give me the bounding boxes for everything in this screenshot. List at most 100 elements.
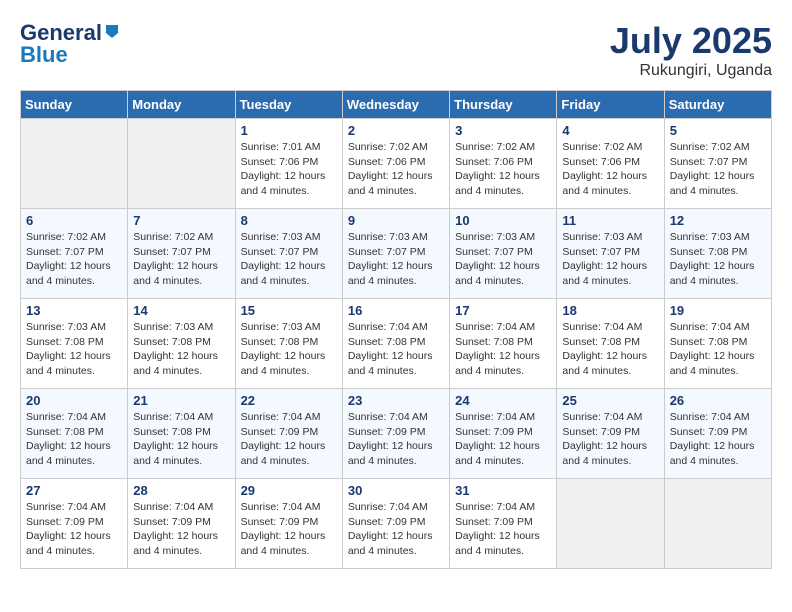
calendar-cell: 20 Sunrise: 7:04 AMSunset: 7:08 PMDayligh…: [21, 389, 128, 479]
day-number: 6: [26, 213, 122, 228]
weekday-header-tuesday: Tuesday: [235, 91, 342, 119]
day-info: Sunrise: 7:03 AMSunset: 7:08 PMDaylight:…: [133, 320, 229, 379]
day-info: Sunrise: 7:03 AMSunset: 7:07 PMDaylight:…: [562, 230, 658, 289]
day-number: 25: [562, 393, 658, 408]
day-info: Sunrise: 7:04 AMSunset: 7:08 PMDaylight:…: [562, 320, 658, 379]
day-number: 2: [348, 123, 444, 138]
calendar-cell: 22 Sunrise: 7:04 AMSunset: 7:09 PMDayligh…: [235, 389, 342, 479]
day-number: 24: [455, 393, 551, 408]
day-number: 28: [133, 483, 229, 498]
day-number: 27: [26, 483, 122, 498]
day-number: 11: [562, 213, 658, 228]
calendar-cell: 25 Sunrise: 7:04 AMSunset: 7:09 PMDayligh…: [557, 389, 664, 479]
calendar-cell: 11 Sunrise: 7:03 AMSunset: 7:07 PMDayligh…: [557, 209, 664, 299]
day-info: Sunrise: 7:02 AMSunset: 7:07 PMDaylight:…: [26, 230, 122, 289]
calendar-cell: 14Sunrise: 7:03 AMSunset: 7:08 PMDayligh…: [128, 299, 235, 389]
day-info: Sunrise: 7:03 AMSunset: 7:07 PMDaylight:…: [455, 230, 551, 289]
calendar-cell: 4 Sunrise: 7:02 AMSunset: 7:06 PMDaylight…: [557, 119, 664, 209]
calendar-cell: [21, 119, 128, 209]
calendar-cell: 15Sunrise: 7:03 AMSunset: 7:08 PMDayligh…: [235, 299, 342, 389]
calendar-cell: 29 Sunrise: 7:04 AMSunset: 7:09 PMDayligh…: [235, 479, 342, 569]
day-number: 22: [241, 393, 337, 408]
logo-blue-text: Blue: [20, 42, 68, 68]
day-info: Sunrise: 7:04 AMSunset: 7:09 PMDaylight:…: [133, 500, 229, 559]
calendar-cell: 8Sunrise: 7:03 AMSunset: 7:07 PMDaylight…: [235, 209, 342, 299]
calendar-cell: 27 Sunrise: 7:04 AMSunset: 7:09 PMDayligh…: [21, 479, 128, 569]
calendar-cell: 21Sunrise: 7:04 AMSunset: 7:08 PMDayligh…: [128, 389, 235, 479]
calendar-table: SundayMondayTuesdayWednesdayThursdayFrid…: [20, 90, 772, 569]
calendar-cell: 2Sunrise: 7:02 AMSunset: 7:06 PMDaylight…: [342, 119, 449, 209]
day-number: 29: [241, 483, 337, 498]
day-number: 12: [670, 213, 766, 228]
calendar-cell: 30Sunrise: 7:04 AMSunset: 7:09 PMDayligh…: [342, 479, 449, 569]
day-number: 1: [241, 123, 337, 138]
day-number: 17: [455, 303, 551, 318]
day-info: Sunrise: 7:04 AMSunset: 7:09 PMDaylight:…: [670, 410, 766, 469]
calendar-header: SundayMondayTuesdayWednesdayThursdayFrid…: [21, 91, 772, 119]
day-number: 3: [455, 123, 551, 138]
logo: General Blue: [20, 20, 120, 68]
weekday-header-thursday: Thursday: [450, 91, 557, 119]
calendar-cell: 6 Sunrise: 7:02 AMSunset: 7:07 PMDaylight…: [21, 209, 128, 299]
day-info: Sunrise: 7:04 AMSunset: 7:09 PMDaylight:…: [348, 410, 444, 469]
calendar-cell: 13 Sunrise: 7:03 AMSunset: 7:08 PMDayligh…: [21, 299, 128, 389]
calendar-cell: 9 Sunrise: 7:03 AMSunset: 7:07 PMDaylight…: [342, 209, 449, 299]
day-info: Sunrise: 7:04 AMSunset: 7:09 PMDaylight:…: [562, 410, 658, 469]
calendar-cell: 18 Sunrise: 7:04 AMSunset: 7:08 PMDayligh…: [557, 299, 664, 389]
weekday-header-sunday: Sunday: [21, 91, 128, 119]
day-info: Sunrise: 7:03 AMSunset: 7:08 PMDaylight:…: [26, 320, 122, 379]
logo-icon: [104, 23, 120, 39]
day-info: Sunrise: 7:04 AMSunset: 7:09 PMDaylight:…: [241, 500, 337, 559]
calendar-cell: [128, 119, 235, 209]
day-number: 20: [26, 393, 122, 408]
day-number: 21: [133, 393, 229, 408]
day-info: Sunrise: 7:02 AMSunset: 7:07 PMDaylight:…: [670, 140, 766, 199]
day-info: Sunrise: 7:03 AMSunset: 7:07 PMDaylight:…: [348, 230, 444, 289]
calendar-cell: 7 Sunrise: 7:02 AMSunset: 7:07 PMDaylight…: [128, 209, 235, 299]
calendar-cell: 3 Sunrise: 7:02 AMSunset: 7:06 PMDaylight…: [450, 119, 557, 209]
day-info: Sunrise: 7:03 AMSunset: 7:08 PMDaylight:…: [241, 320, 337, 379]
day-info: Sunrise: 7:02 AMSunset: 7:06 PMDaylight:…: [455, 140, 551, 199]
day-number: 19: [670, 303, 766, 318]
calendar-cell: 5 Sunrise: 7:02 AMSunset: 7:07 PMDaylight…: [664, 119, 771, 209]
day-info: Sunrise: 7:04 AMSunset: 7:09 PMDaylight:…: [455, 500, 551, 559]
day-info: Sunrise: 7:04 AMSunset: 7:09 PMDaylight:…: [455, 410, 551, 469]
day-info: Sunrise: 7:02 AMSunset: 7:07 PMDaylight:…: [133, 230, 229, 289]
weekday-header-monday: Monday: [128, 91, 235, 119]
calendar-cell: 12 Sunrise: 7:03 AMSunset: 7:08 PMDayligh…: [664, 209, 771, 299]
calendar-cell: 24 Sunrise: 7:04 AMSunset: 7:09 PMDayligh…: [450, 389, 557, 479]
day-number: 7: [133, 213, 229, 228]
day-number: 4: [562, 123, 658, 138]
day-info: Sunrise: 7:04 AMSunset: 7:08 PMDaylight:…: [670, 320, 766, 379]
month-year: July 2025: [610, 20, 772, 62]
calendar-cell: [557, 479, 664, 569]
calendar-cell: 23 Sunrise: 7:04 AMSunset: 7:09 PMDayligh…: [342, 389, 449, 479]
calendar-cell: 31 Sunrise: 7:04 AMSunset: 7:09 PMDayligh…: [450, 479, 557, 569]
day-number: 10: [455, 213, 551, 228]
day-number: 5: [670, 123, 766, 138]
calendar-cell: 17 Sunrise: 7:04 AMSunset: 7:08 PMDayligh…: [450, 299, 557, 389]
calendar-cell: [664, 479, 771, 569]
day-info: Sunrise: 7:03 AMSunset: 7:08 PMDaylight:…: [670, 230, 766, 289]
day-info: Sunrise: 7:04 AMSunset: 7:08 PMDaylight:…: [455, 320, 551, 379]
calendar-cell: 10 Sunrise: 7:03 AMSunset: 7:07 PMDayligh…: [450, 209, 557, 299]
day-number: 16: [348, 303, 444, 318]
weekday-header-saturday: Saturday: [664, 91, 771, 119]
weekday-header-wednesday: Wednesday: [342, 91, 449, 119]
day-number: 18: [562, 303, 658, 318]
day-number: 8: [241, 213, 337, 228]
day-info: Sunrise: 7:02 AMSunset: 7:06 PMDaylight:…: [562, 140, 658, 199]
day-number: 26: [670, 393, 766, 408]
calendar-cell: 19 Sunrise: 7:04 AMSunset: 7:08 PMDayligh…: [664, 299, 771, 389]
day-number: 13: [26, 303, 122, 318]
day-info: Sunrise: 7:04 AMSunset: 7:08 PMDaylight:…: [26, 410, 122, 469]
day-number: 30: [348, 483, 444, 498]
day-number: 9: [348, 213, 444, 228]
calendar-cell: 28 Sunrise: 7:04 AMSunset: 7:09 PMDayligh…: [128, 479, 235, 569]
calendar-cell: 26 Sunrise: 7:04 AMSunset: 7:09 PMDayligh…: [664, 389, 771, 479]
day-info: Sunrise: 7:04 AMSunset: 7:08 PMDaylight:…: [348, 320, 444, 379]
day-info: Sunrise: 7:04 AMSunset: 7:09 PMDaylight:…: [241, 410, 337, 469]
day-number: 23: [348, 393, 444, 408]
day-number: 31: [455, 483, 551, 498]
day-info: Sunrise: 7:04 AMSunset: 7:09 PMDaylight:…: [26, 500, 122, 559]
